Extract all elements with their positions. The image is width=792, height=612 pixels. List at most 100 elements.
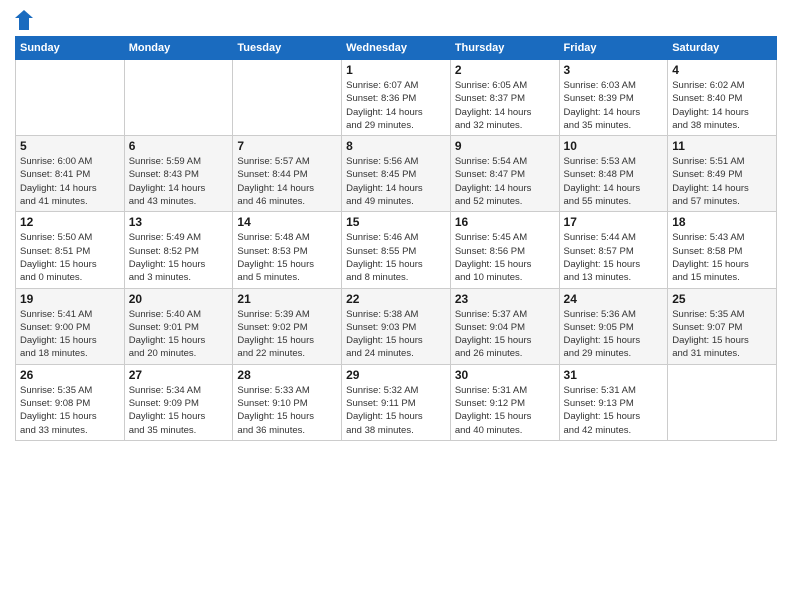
day-number: 28 — [237, 368, 337, 382]
day-info: Sunrise: 5:41 AMSunset: 9:00 PMDaylight:… — [20, 308, 120, 361]
logo — [15, 10, 37, 30]
day-info: Sunrise: 5:43 AMSunset: 8:58 PMDaylight:… — [672, 231, 772, 284]
day-info: Sunrise: 5:51 AMSunset: 8:49 PMDaylight:… — [672, 155, 772, 208]
day-info: Sunrise: 5:33 AMSunset: 9:10 PMDaylight:… — [237, 384, 337, 437]
day-number: 30 — [455, 368, 555, 382]
calendar-week-row: 12Sunrise: 5:50 AMSunset: 8:51 PMDayligh… — [16, 212, 777, 288]
day-info: Sunrise: 5:56 AMSunset: 8:45 PMDaylight:… — [346, 155, 446, 208]
day-number: 6 — [129, 139, 229, 153]
day-number: 31 — [564, 368, 664, 382]
calendar-cell: 21 Sunrise: 5:39 AMSunset: 9:02 PMDayligh… — [233, 288, 342, 364]
weekday-header: Tuesday — [233, 37, 342, 60]
calendar-cell: 16 Sunrise: 5:45 AMSunset: 8:56 PMDayligh… — [450, 212, 559, 288]
day-number: 20 — [129, 292, 229, 306]
day-number: 16 — [455, 215, 555, 229]
day-number: 7 — [237, 139, 337, 153]
calendar-cell: 1 Sunrise: 6:07 AMSunset: 8:36 PMDaylight… — [342, 60, 451, 136]
day-number: 19 — [20, 292, 120, 306]
day-number: 2 — [455, 63, 555, 77]
day-info: Sunrise: 6:03 AMSunset: 8:39 PMDaylight:… — [564, 79, 664, 132]
day-number: 29 — [346, 368, 446, 382]
calendar-cell: 10 Sunrise: 5:53 AMSunset: 8:48 PMDayligh… — [559, 136, 668, 212]
day-number: 4 — [672, 63, 772, 77]
calendar-cell: 8 Sunrise: 5:56 AMSunset: 8:45 PMDaylight… — [342, 136, 451, 212]
calendar-cell: 11 Sunrise: 5:51 AMSunset: 8:49 PMDayligh… — [668, 136, 777, 212]
day-number: 3 — [564, 63, 664, 77]
weekday-row: SundayMondayTuesdayWednesdayThursdayFrid… — [16, 37, 777, 60]
calendar-cell: 30 Sunrise: 5:31 AMSunset: 9:12 PMDayligh… — [450, 364, 559, 440]
calendar-body: 1 Sunrise: 6:07 AMSunset: 8:36 PMDaylight… — [16, 60, 777, 441]
day-number: 9 — [455, 139, 555, 153]
calendar-cell: 15Sunrise: 5:46 AMSunset: 8:55 PMDayligh… — [342, 212, 451, 288]
calendar-cell: 24 Sunrise: 5:36 AMSunset: 9:05 PMDayligh… — [559, 288, 668, 364]
day-info: Sunrise: 5:38 AMSunset: 9:03 PMDaylight:… — [346, 308, 446, 361]
day-info: Sunrise: 6:02 AMSunset: 8:40 PMDaylight:… — [672, 79, 772, 132]
day-number: 22 — [346, 292, 446, 306]
calendar-cell: 23Sunrise: 5:37 AMSunset: 9:04 PMDayligh… — [450, 288, 559, 364]
day-number: 27 — [129, 368, 229, 382]
calendar-week-row: 19 Sunrise: 5:41 AMSunset: 9:00 PMDayligh… — [16, 288, 777, 364]
day-info: Sunrise: 5:31 AMSunset: 9:13 PMDaylight:… — [564, 384, 664, 437]
calendar-cell: 27 Sunrise: 5:34 AMSunset: 9:09 PMDayligh… — [124, 364, 233, 440]
day-info: Sunrise: 5:45 AMSunset: 8:56 PMDaylight:… — [455, 231, 555, 284]
calendar-cell — [233, 60, 342, 136]
day-number: 1 — [346, 63, 446, 77]
day-info: Sunrise: 5:53 AMSunset: 8:48 PMDaylight:… — [564, 155, 664, 208]
day-info: Sunrise: 5:40 AMSunset: 9:01 PMDaylight:… — [129, 308, 229, 361]
calendar-cell: 5Sunrise: 6:00 AMSunset: 8:41 PMDaylight… — [16, 136, 125, 212]
calendar-cell: 17 Sunrise: 5:44 AMSunset: 8:57 PMDayligh… — [559, 212, 668, 288]
calendar-cell: 31 Sunrise: 5:31 AMSunset: 9:13 PMDayligh… — [559, 364, 668, 440]
day-info: Sunrise: 5:48 AMSunset: 8:53 PMDaylight:… — [237, 231, 337, 284]
day-number: 17 — [564, 215, 664, 229]
page: SundayMondayTuesdayWednesdayThursdayFrid… — [0, 0, 792, 612]
day-number: 21 — [237, 292, 337, 306]
day-info: Sunrise: 5:39 AMSunset: 9:02 PMDaylight:… — [237, 308, 337, 361]
day-number: 10 — [564, 139, 664, 153]
calendar-table: SundayMondayTuesdayWednesdayThursdayFrid… — [15, 36, 777, 441]
day-info: Sunrise: 5:32 AMSunset: 9:11 PMDaylight:… — [346, 384, 446, 437]
day-number: 18 — [672, 215, 772, 229]
calendar-cell — [668, 364, 777, 440]
calendar-cell: 19 Sunrise: 5:41 AMSunset: 9:00 PMDayligh… — [16, 288, 125, 364]
day-info: Sunrise: 5:59 AMSunset: 8:43 PMDaylight:… — [129, 155, 229, 208]
day-info: Sunrise: 5:44 AMSunset: 8:57 PMDaylight:… — [564, 231, 664, 284]
calendar-week-row: 1 Sunrise: 6:07 AMSunset: 8:36 PMDaylight… — [16, 60, 777, 136]
day-info: Sunrise: 5:36 AMSunset: 9:05 PMDaylight:… — [564, 308, 664, 361]
calendar-cell: 28 Sunrise: 5:33 AMSunset: 9:10 PMDayligh… — [233, 364, 342, 440]
calendar-cell: 6 Sunrise: 5:59 AMSunset: 8:43 PMDaylight… — [124, 136, 233, 212]
calendar-cell: 25Sunrise: 5:35 AMSunset: 9:07 PMDayligh… — [668, 288, 777, 364]
day-number: 13 — [129, 215, 229, 229]
day-number: 8 — [346, 139, 446, 153]
day-info: Sunrise: 5:49 AMSunset: 8:52 PMDaylight:… — [129, 231, 229, 284]
weekday-header: Friday — [559, 37, 668, 60]
day-info: Sunrise: 6:07 AMSunset: 8:36 PMDaylight:… — [346, 79, 446, 132]
day-info: Sunrise: 5:35 AMSunset: 9:08 PMDaylight:… — [20, 384, 120, 437]
day-info: Sunrise: 5:54 AMSunset: 8:47 PMDaylight:… — [455, 155, 555, 208]
day-info: Sunrise: 5:50 AMSunset: 8:51 PMDaylight:… — [20, 231, 120, 284]
calendar-cell: 4 Sunrise: 6:02 AMSunset: 8:40 PMDaylight… — [668, 60, 777, 136]
header — [15, 10, 777, 30]
calendar-header: SundayMondayTuesdayWednesdayThursdayFrid… — [16, 37, 777, 60]
weekday-header: Thursday — [450, 37, 559, 60]
calendar-cell: 13 Sunrise: 5:49 AMSunset: 8:52 PMDayligh… — [124, 212, 233, 288]
calendar-cell — [16, 60, 125, 136]
calendar-week-row: 26Sunrise: 5:35 AMSunset: 9:08 PMDayligh… — [16, 364, 777, 440]
weekday-header: Sunday — [16, 37, 125, 60]
calendar-cell: 3 Sunrise: 6:03 AMSunset: 8:39 PMDaylight… — [559, 60, 668, 136]
calendar-week-row: 5Sunrise: 6:00 AMSunset: 8:41 PMDaylight… — [16, 136, 777, 212]
calendar-cell: 29 Sunrise: 5:32 AMSunset: 9:11 PMDayligh… — [342, 364, 451, 440]
day-info: Sunrise: 5:37 AMSunset: 9:04 PMDaylight:… — [455, 308, 555, 361]
day-number: 5 — [20, 139, 120, 153]
calendar-cell: 18 Sunrise: 5:43 AMSunset: 8:58 PMDayligh… — [668, 212, 777, 288]
calendar-cell — [124, 60, 233, 136]
calendar-cell: 9 Sunrise: 5:54 AMSunset: 8:47 PMDaylight… — [450, 136, 559, 212]
day-info: Sunrise: 5:57 AMSunset: 8:44 PMDaylight:… — [237, 155, 337, 208]
day-info: Sunrise: 5:31 AMSunset: 9:12 PMDaylight:… — [455, 384, 555, 437]
day-number: 25 — [672, 292, 772, 306]
day-number: 24 — [564, 292, 664, 306]
day-number: 14 — [237, 215, 337, 229]
calendar-cell: 2Sunrise: 6:05 AMSunset: 8:37 PMDaylight… — [450, 60, 559, 136]
day-info: Sunrise: 5:34 AMSunset: 9:09 PMDaylight:… — [129, 384, 229, 437]
calendar-cell: 20 Sunrise: 5:40 AMSunset: 9:01 PMDayligh… — [124, 288, 233, 364]
day-number: 11 — [672, 139, 772, 153]
